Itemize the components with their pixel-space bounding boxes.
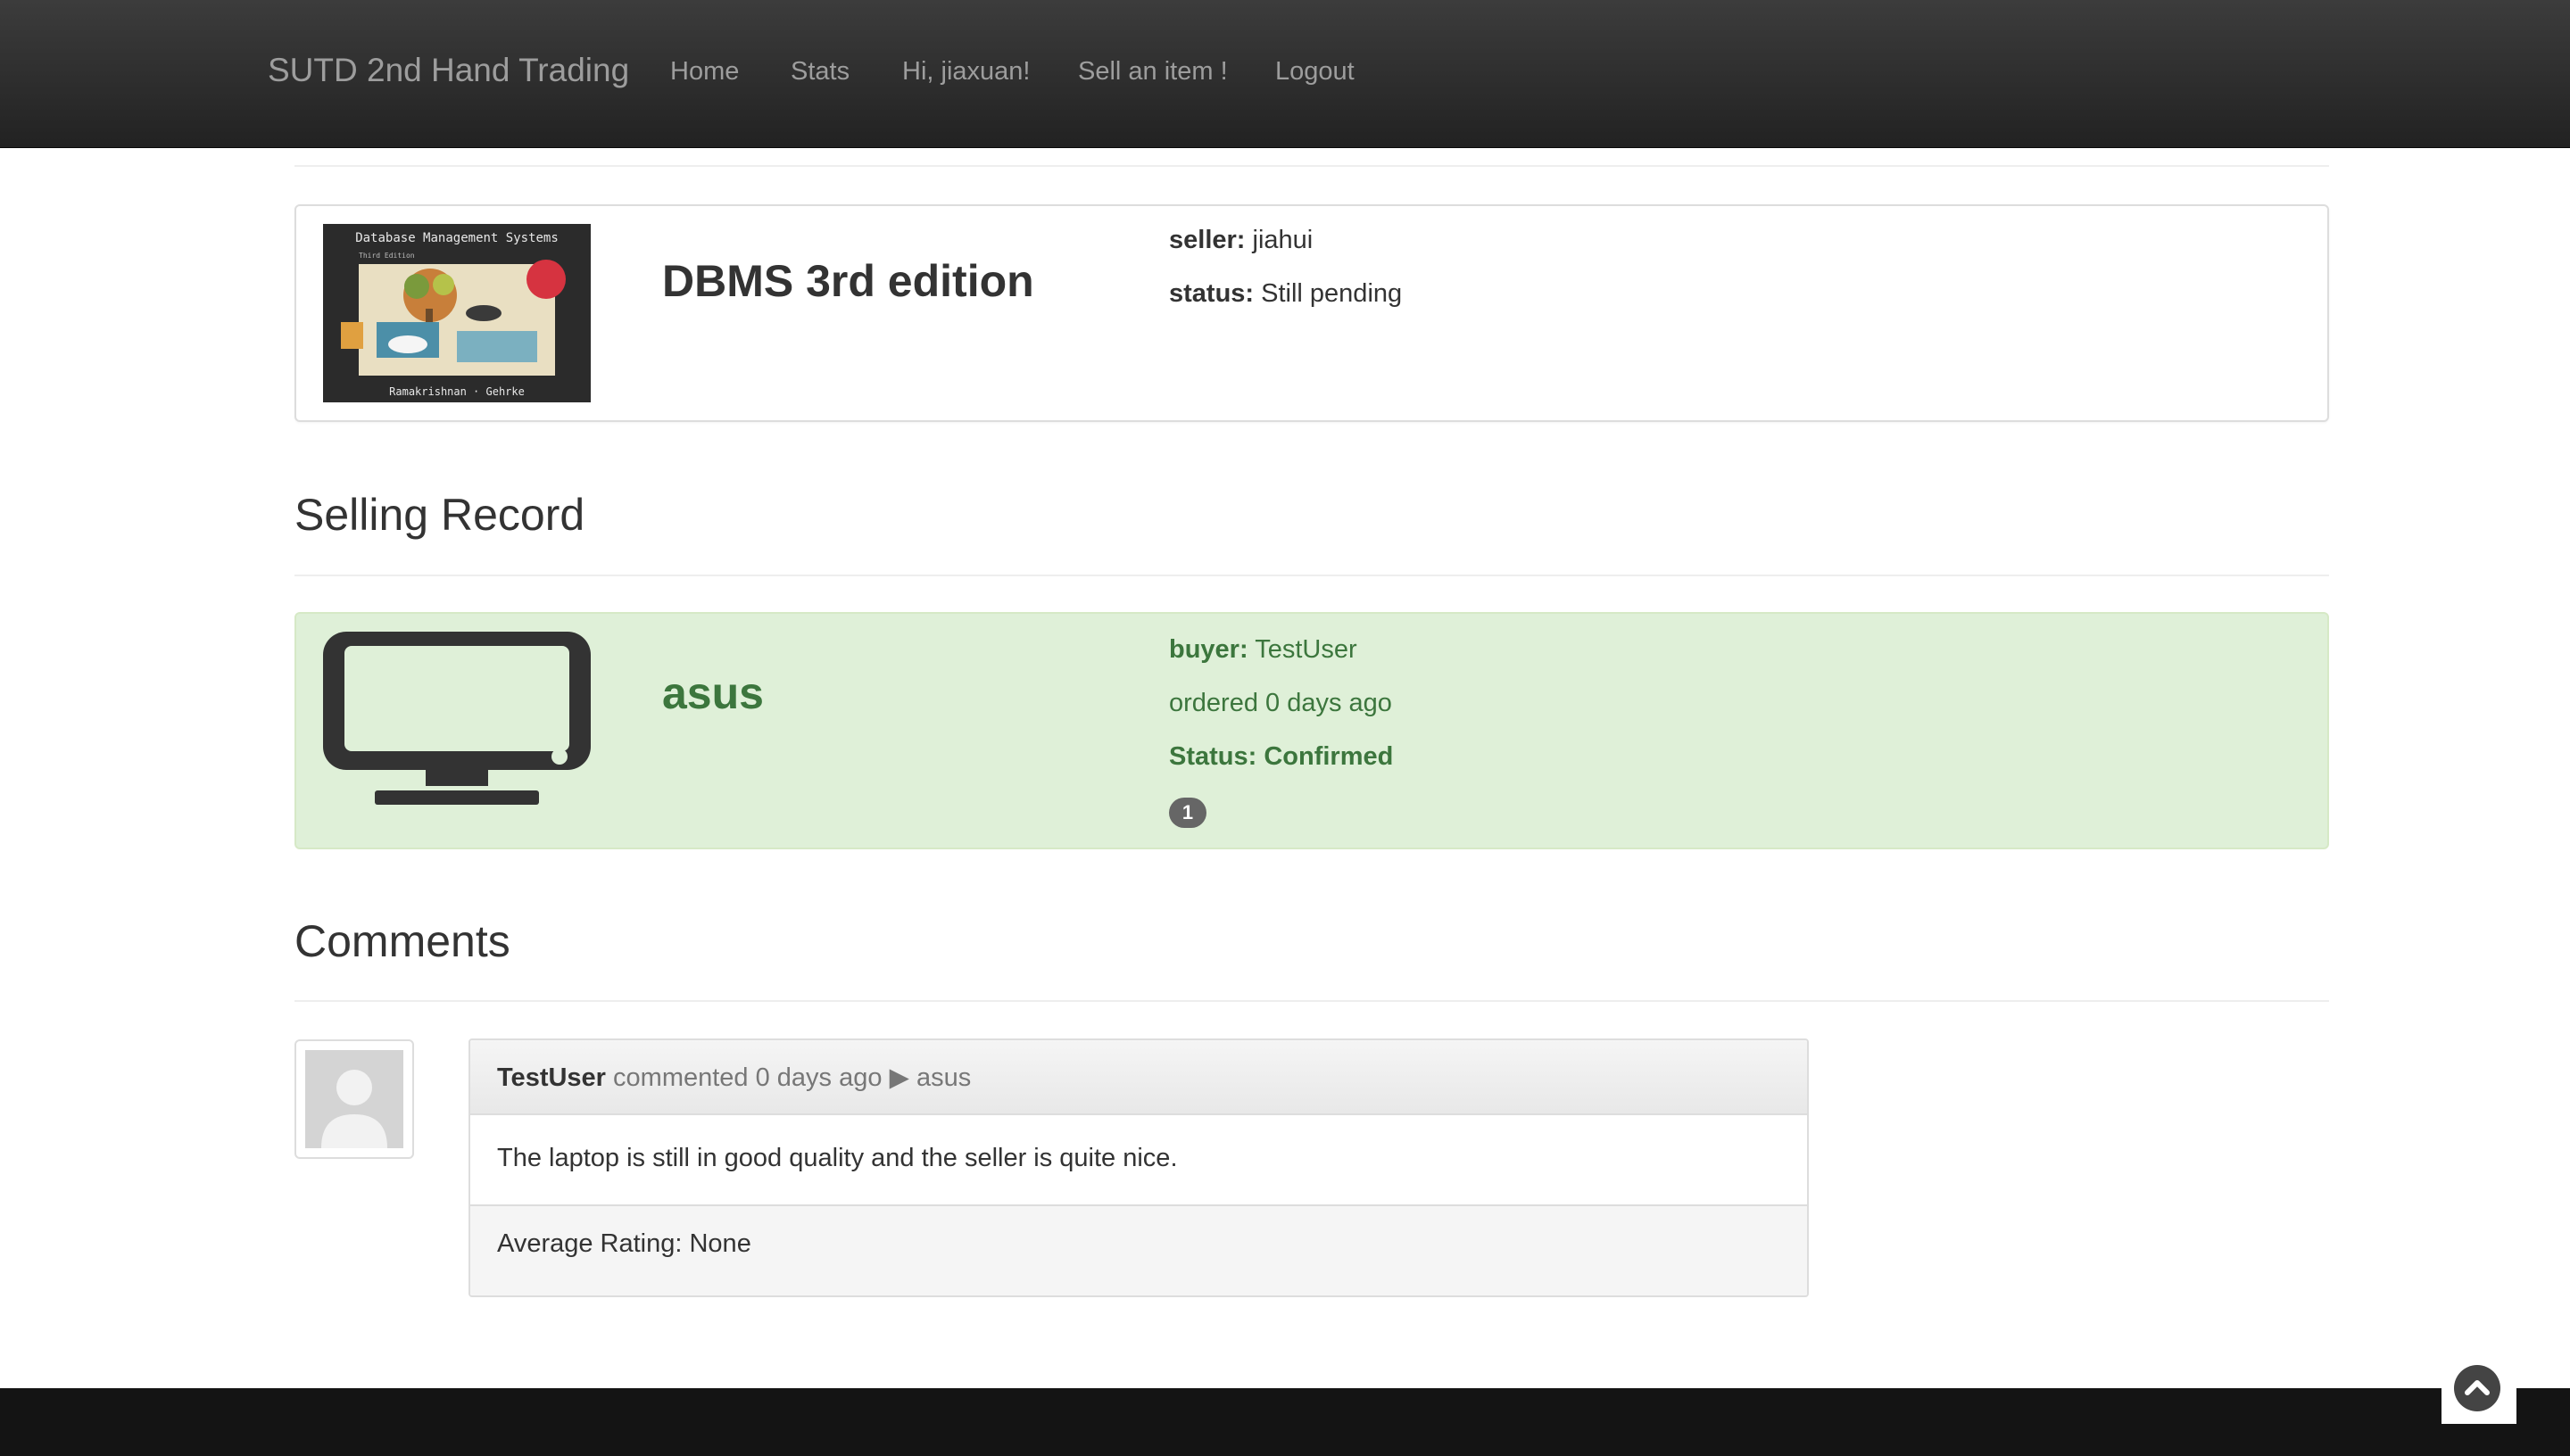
scroll-top-button[interactable] [2442, 1353, 2516, 1424]
divider [294, 165, 2329, 167]
selling-record-panel: asus buyer: TestUser ordered 0 days ago … [294, 612, 2329, 849]
footer [0, 1388, 2570, 1456]
comment-meta: TestUser commented 0 days ago ▶ asus [497, 1062, 971, 1093]
ordered-line: ordered 0 days ago [1169, 689, 1392, 717]
nav-sell-item[interactable]: Sell an item ! [1078, 57, 1228, 87]
comment-author[interactable]: TestUser [497, 1063, 606, 1092]
seller-line: seller: jiahui [1169, 226, 1313, 255]
cover-edition-text: Third Edition [359, 252, 415, 260]
seller-name: jiahui [1252, 226, 1314, 254]
comment-header: TestUser commented 0 days ago ▶ asus [470, 1040, 1807, 1115]
arrow-right-icon: ▶ [889, 1063, 909, 1092]
cover-title-text: Database Management Systems [355, 231, 559, 245]
chevron-up-circle-icon [2454, 1365, 2500, 1411]
status-line: status: Still pending [1169, 279, 1402, 309]
comment-footer: Average Rating: None [470, 1204, 1807, 1295]
average-rating: Average Rating: None [497, 1229, 751, 1258]
seller-label: seller: [1169, 226, 1246, 254]
buyer-line: buyer: TestUser [1169, 635, 1357, 665]
nav-user-greeting[interactable]: Hi, jiaxuan! [902, 57, 1030, 87]
nav-stats[interactable]: Stats [791, 57, 850, 87]
comment-time: commented 0 days ago [613, 1063, 883, 1092]
buyer-label: buyer: [1169, 635, 1248, 664]
cover-authors-text: Ramakrishnan · Gehrke [389, 385, 525, 398]
brand-link[interactable]: SUTD 2nd Hand Trading [268, 52, 629, 89]
status-label: status: [1169, 279, 1255, 308]
divider [294, 1000, 2329, 1002]
comment-item-link[interactable]: asus [916, 1063, 971, 1092]
navbar: SUTD 2nd Hand Trading Home Stats Hi, jia… [0, 0, 2570, 148]
comments-heading: Comments [294, 916, 510, 966]
avatar [294, 1039, 414, 1159]
divider [294, 575, 2329, 576]
monitor-icon [323, 632, 591, 805]
nav-logout[interactable]: Logout [1275, 57, 1355, 87]
buyer-name: TestUser [1255, 635, 1357, 664]
comment-body: The laptop is still in good quality and … [497, 1144, 1178, 1172]
record-status: Status: Confirmed [1169, 742, 1394, 771]
nav-home[interactable]: Home [670, 57, 739, 87]
count-badge: 1 [1169, 798, 1206, 828]
status-value: Still pending [1261, 279, 1403, 308]
book-cover-image[interactable]: Database Management Systems Third Editio… [323, 224, 591, 402]
item-panel: Database Management Systems Third Editio… [294, 204, 2329, 422]
record-title[interactable]: asus [662, 667, 764, 719]
user-placeholder-icon [305, 1050, 403, 1148]
selling-record-heading: Selling Record [294, 490, 585, 540]
item-title[interactable]: DBMS 3rd edition [662, 255, 1034, 307]
comment-box: TestUser commented 0 days ago ▶ asus The… [468, 1038, 1809, 1297]
